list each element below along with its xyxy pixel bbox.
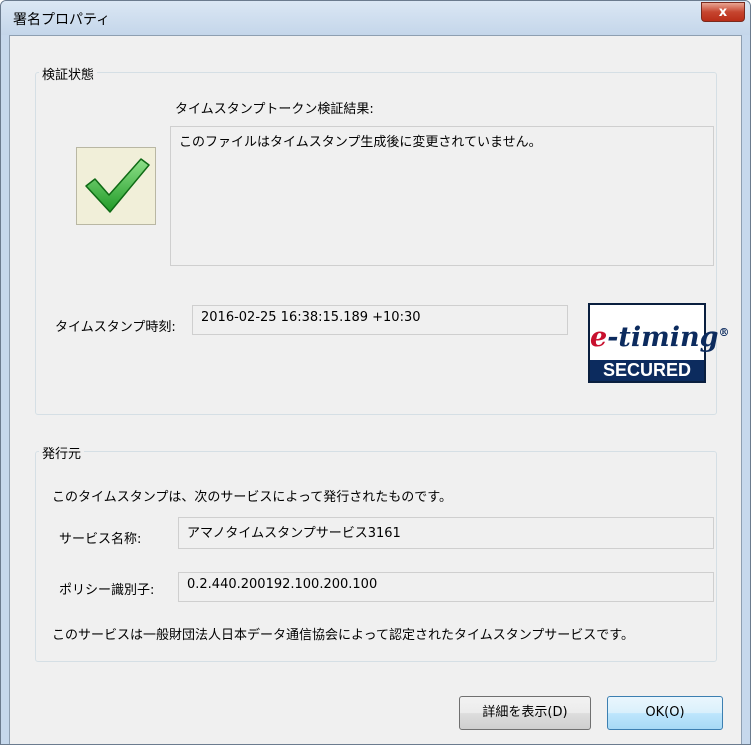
issuer-group-label: 発行元 — [39, 443, 85, 462]
policy-id-label: ポリシー識別子: — [59, 583, 155, 598]
timestamp-time-label: タイムスタンプ時刻: — [55, 320, 176, 335]
service-name-label: サービス名称: — [59, 532, 142, 547]
issuer-intro-text: このタイムスタンプは、次のサービスによって発行されたものです。 — [52, 490, 453, 505]
signature-properties-dialog: 署名プロパティ x 検証状態 タイムスタンプトークン検証結果: このファイルはタ… — [0, 0, 751, 745]
title-bar: 署名プロパティ x — [1, 1, 750, 35]
service-name-field: アマノタイムスタンプサービス3161 — [178, 517, 714, 549]
checkmark-icon — [85, 158, 150, 213]
close-button[interactable]: x — [701, 2, 745, 22]
ok-button[interactable]: OK(O) — [607, 696, 723, 730]
verification-result-text: このファイルはタイムスタンプ生成後に変更されていません。 — [179, 135, 542, 150]
dialog-content: 検証状態 タイムスタンプトークン検証結果: このファイルはタイムスタンプ生成後に… — [9, 35, 742, 744]
timestamp-time-field: 2016-02-25 16:38:15.189 +10:30 — [192, 305, 568, 335]
policy-id-field: 0.2.440.200192.100.200.100 — [178, 572, 714, 602]
window-title: 署名プロパティ — [13, 12, 111, 28]
verification-status-group-label: 検証状態 — [39, 64, 98, 83]
e-timing-secured-logo: e-timing® SECURED — [588, 303, 729, 383]
verification-status-tile — [76, 147, 156, 225]
verification-result-box: このファイルはタイムスタンプ生成後に変更されていません。 — [170, 126, 714, 266]
show-details-button[interactable]: 詳細を表示(D) — [459, 696, 591, 730]
certification-text: このサービスは一般財団法人日本データ通信協会によって認定されたタイムスタンプサー… — [52, 628, 635, 643]
verification-result-heading: タイムスタンプトークン検証結果: — [175, 102, 374, 117]
